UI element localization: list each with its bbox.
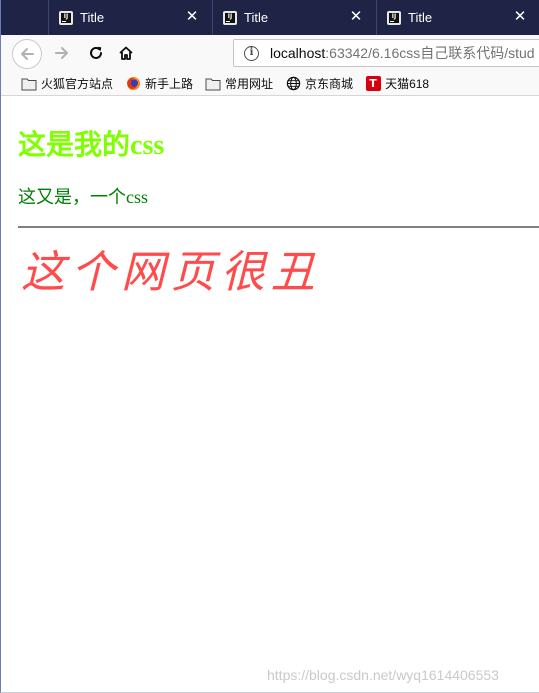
bookmark-tmall-618[interactable]: T 天猫618	[365, 75, 429, 92]
url-bar[interactable]: i localhost:63342/6.16css自己联系代码/stud	[233, 39, 539, 67]
page-heading: 这是我的css	[18, 128, 165, 161]
site-info-icon[interactable]: i	[244, 45, 259, 61]
bookmark-label: 火狐官方站点	[41, 77, 114, 91]
bookmark-label: 天猫618	[385, 77, 430, 91]
tmall-icon: T	[365, 76, 381, 91]
home-icon	[119, 46, 133, 60]
browser-window: IJ Title ✕ IJ Title ✕ IJ Title ✕ i local…	[0, 0, 539, 693]
arrow-left-icon	[21, 48, 34, 60]
close-icon[interactable]: ✕	[348, 9, 364, 25]
back-button[interactable]	[12, 39, 42, 69]
watermark: https://blog.csdn.net/wyq1614406553	[267, 667, 499, 683]
globe-icon	[285, 76, 301, 92]
tab-2[interactable]: IJ Title ✕	[213, 0, 377, 35]
page-paragraph: 这又是，一个css	[18, 187, 148, 208]
tab-1[interactable]: IJ Title ✕	[49, 0, 213, 35]
horizontal-rule	[18, 226, 539, 228]
bookmark-label: 京东商城	[305, 77, 354, 91]
arrow-right-icon	[55, 47, 68, 59]
tab-strip-spacer	[1, 0, 49, 35]
bookmark-getting-started[interactable]: 新手上路	[125, 75, 193, 92]
close-icon[interactable]: ✕	[512, 9, 528, 25]
home-button[interactable]	[115, 42, 137, 64]
bookmark-common-sites[interactable]: 常用网址	[205, 75, 273, 92]
folder-icon	[21, 76, 37, 92]
ugly-page-text: 这个网页很丑	[21, 247, 321, 298]
bookmark-label: 新手上路	[145, 77, 194, 91]
tab-3[interactable]: IJ Title ✕	[377, 0, 539, 35]
forward-button[interactable]	[51, 42, 73, 64]
close-icon[interactable]: ✕	[184, 9, 200, 25]
url-text: localhost:63342/6.16css自己联系代码/stud	[270, 43, 535, 63]
firefox-icon	[125, 76, 141, 92]
reload-icon	[90, 46, 102, 59]
bookmark-label: 常用网址	[225, 77, 274, 91]
reload-button[interactable]	[85, 42, 107, 64]
bookmark-firefox-official[interactable]: 火狐官方站点	[21, 75, 113, 92]
url-host: localhost	[270, 45, 326, 61]
intellij-icon: IJ	[387, 10, 401, 25]
intellij-icon: IJ	[223, 10, 237, 25]
folder-icon	[205, 76, 221, 92]
navigation-toolbar: i localhost:63342/6.16css自己联系代码/stud	[1, 35, 539, 72]
bookmarks-toolbar: 火狐官方站点 新手上路 常用网址 京东商城 T 天猫618	[1, 72, 539, 96]
tab-strip: IJ Title ✕ IJ Title ✕ IJ Title ✕	[1, 0, 539, 35]
page-content: 这是我的css 这又是，一个css 这个网页很丑 https://blog.cs…	[1, 96, 539, 692]
bookmark-jd-mall[interactable]: 京东商城	[285, 75, 353, 92]
intellij-icon: IJ	[59, 10, 73, 25]
url-path: :63342/6.16css自己联系代码/stud	[325, 45, 535, 61]
